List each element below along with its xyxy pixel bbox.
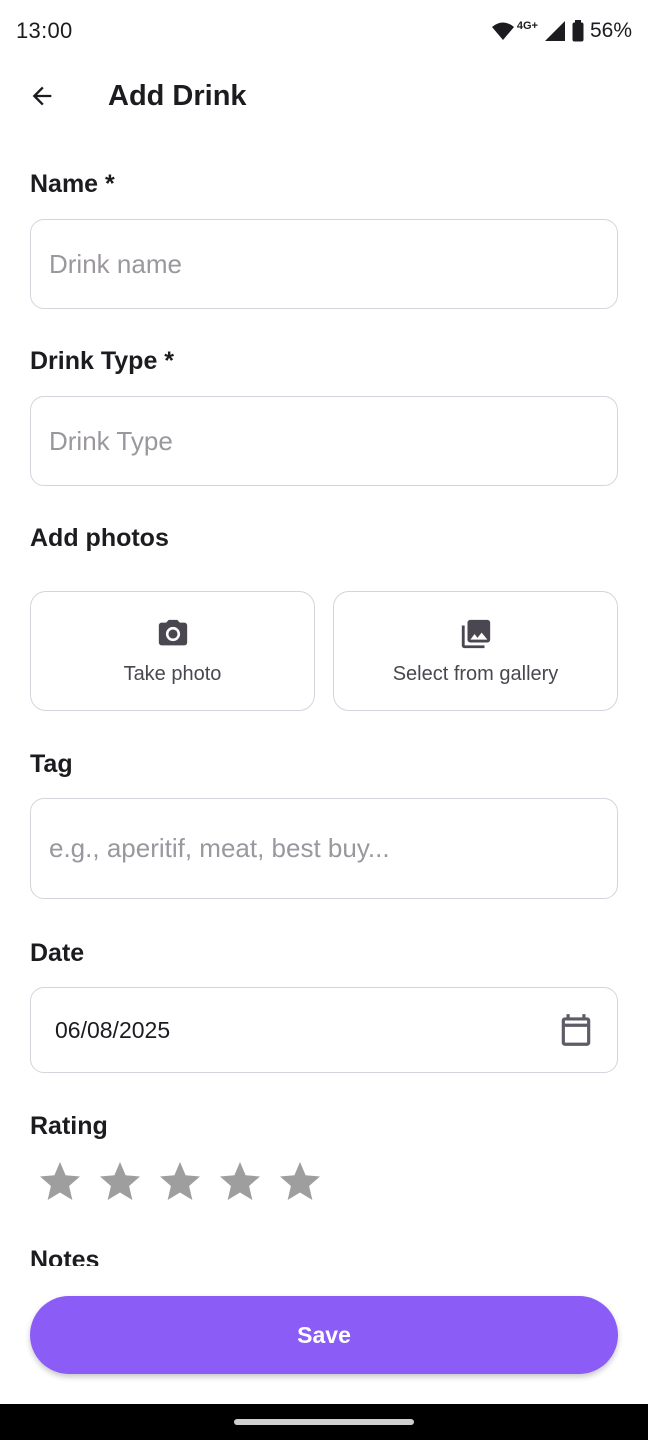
home-gesture-handle[interactable]	[234, 1419, 414, 1425]
system-navigation-bar	[0, 1404, 648, 1440]
status-icons: 4G+ 56%	[491, 19, 632, 43]
save-button[interactable]: Save	[30, 1296, 618, 1374]
camera-icon	[158, 619, 187, 645]
gallery-icon	[461, 619, 490, 648]
take-photo-button[interactable]: Take photo	[30, 591, 315, 711]
name-placeholder: Drink name	[49, 248, 182, 279]
name-input[interactable]: Drink name	[30, 219, 618, 309]
rating-label: Rating	[30, 1112, 108, 1140]
add-photos-label: Add photos	[30, 524, 169, 552]
notes-label: Notes	[30, 1246, 100, 1266]
status-time: 13:00	[16, 18, 73, 43]
star-icon[interactable]	[156, 1158, 204, 1206]
name-label: Name *	[30, 170, 115, 198]
arrow-back-icon	[32, 86, 52, 106]
network-type-label: 4G+	[516, 20, 538, 32]
status-bar: 13:00 4G+ 56%	[0, 0, 648, 62]
tag-label: Tag	[30, 750, 73, 778]
star-icon[interactable]	[276, 1158, 324, 1206]
star-icon[interactable]	[216, 1158, 264, 1206]
tag-input[interactable]: e.g., aperitif, meat, best buy...	[30, 798, 618, 899]
date-input[interactable]: 06/08/2025	[30, 987, 618, 1073]
date-value: 06/08/2025	[55, 1016, 171, 1043]
calendar-icon[interactable]	[557, 1011, 595, 1049]
app-bar: Add Drink	[0, 62, 648, 130]
rating-stars	[36, 1158, 324, 1206]
date-label: Date	[30, 939, 85, 967]
star-icon[interactable]	[96, 1158, 144, 1206]
tag-placeholder: e.g., aperitif, meat, best buy...	[49, 833, 390, 863]
drink-type-input[interactable]: Drink Type	[30, 396, 618, 486]
save-button-container: Save	[30, 1296, 618, 1374]
add-drink-form: Name * Drink name Drink Type * Drink Typ…	[30, 130, 618, 1266]
take-photo-label: Take photo	[123, 662, 222, 685]
drink-type-label: Drink Type *	[30, 347, 175, 375]
select-from-gallery-button[interactable]: Select from gallery	[333, 591, 618, 711]
back-button[interactable]	[16, 70, 68, 122]
star-icon[interactable]	[36, 1158, 84, 1206]
battery-percent: 56%	[589, 19, 632, 42]
cell-signal-icon	[544, 20, 566, 42]
select-from-gallery-label: Select from gallery	[392, 662, 559, 685]
page-title: Add Drink	[108, 79, 247, 112]
wifi-icon	[491, 21, 515, 41]
drink-type-placeholder: Drink Type	[49, 425, 173, 456]
battery-icon	[572, 20, 584, 42]
